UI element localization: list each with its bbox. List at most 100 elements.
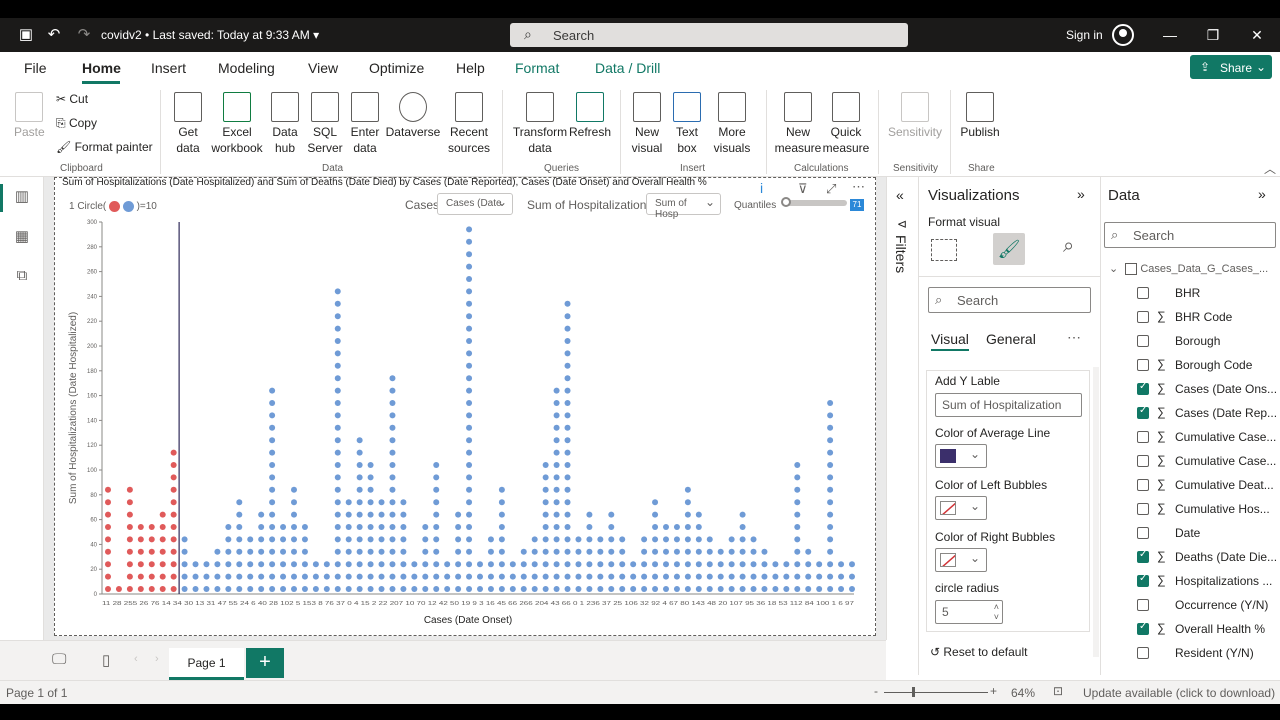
field-label[interactable]: Occurrence (Y/N) — [1175, 598, 1268, 612]
tab-general[interactable]: General — [986, 331, 1036, 347]
format-painter-button[interactable]: 🖌 Format painter — [56, 140, 153, 154]
more-options-icon[interactable]: ⋯ — [852, 179, 865, 195]
field-label[interactable]: Cumulative Case... — [1175, 454, 1276, 468]
more-visuals-button[interactable]: More visuals — [706, 92, 758, 156]
tab-view[interactable]: View — [308, 60, 338, 76]
sql-server-button[interactable]: SQL Server — [306, 92, 344, 156]
collapse-ribbon-icon[interactable]: ︿ — [1264, 160, 1276, 177]
format-visual-icon[interactable]: 🖌 — [993, 233, 1025, 265]
refresh-button[interactable]: Refresh — [568, 92, 612, 140]
data-search-input[interactable]: ⌕ Search — [1104, 222, 1276, 248]
tab-visual[interactable]: Visual — [931, 331, 969, 347]
field-label[interactable]: Cases (Date Ons... — [1175, 382, 1277, 396]
field-checkbox[interactable] — [1137, 455, 1149, 467]
field-checkbox[interactable] — [1137, 431, 1149, 443]
collapse-filters-icon[interactable]: « — [896, 187, 904, 203]
build-visual-icon[interactable] — [931, 239, 957, 261]
quantiles-slider-thumb[interactable] — [781, 197, 791, 207]
field-label[interactable]: Deaths (Date Die... — [1175, 550, 1277, 564]
expand-visualizations-icon[interactable]: » — [1077, 186, 1085, 202]
tab-help[interactable]: Help — [456, 60, 485, 76]
restore-icon[interactable]: ❐ — [1203, 27, 1223, 44]
field-checkbox[interactable] — [1137, 549, 1149, 563]
average-line-color-picker[interactable]: ⌄ — [935, 444, 987, 468]
circle-radius-input[interactable]: 5 ˄ ˅ — [935, 600, 1003, 624]
tab-insert[interactable]: Insert — [151, 60, 186, 76]
share-button[interactable]: ⇪ Share ⌄ — [1190, 55, 1272, 79]
excel-workbook-button[interactable]: Excel workbook — [210, 92, 264, 156]
field-checkbox[interactable] — [1137, 311, 1149, 323]
right-bubbles-color-picker[interactable]: ⌄ — [935, 548, 987, 572]
next-page-icon[interactable]: › — [155, 653, 159, 665]
field-label[interactable]: Cumulative Deat... — [1175, 478, 1274, 492]
undo-icon[interactable]: ↶ — [44, 25, 64, 45]
reset-to-default-button[interactable]: ↺ Reset to default — [930, 645, 1027, 659]
field-checkbox[interactable] — [1137, 503, 1149, 515]
field-checkbox[interactable] — [1137, 405, 1149, 419]
field-checkbox[interactable] — [1137, 381, 1149, 395]
field-checkbox[interactable] — [1137, 287, 1149, 299]
report-view-icon[interactable]: ▥ — [12, 187, 32, 205]
search-box[interactable]: ⌕ Search — [510, 23, 908, 47]
field-checkbox[interactable] — [1137, 599, 1149, 611]
field-checkbox[interactable] — [1137, 573, 1149, 587]
text-box-button[interactable]: Text box — [668, 92, 706, 156]
add-page-button[interactable]: + — [246, 648, 284, 678]
zoom-out-icon[interactable]: - — [874, 684, 878, 698]
enter-data-button[interactable]: Enter data — [346, 92, 384, 156]
info-icon[interactable]: i — [760, 180, 763, 196]
field-label[interactable]: BHR Code — [1175, 310, 1232, 324]
field-label[interactable]: Overall Health % — [1175, 622, 1265, 636]
field-checkbox[interactable] — [1137, 335, 1149, 347]
tab-modeling[interactable]: Modeling — [218, 60, 275, 76]
tab-format[interactable]: Format — [515, 60, 559, 76]
update-available-link[interactable]: Update available (click to download) — [1083, 686, 1275, 700]
model-view-icon[interactable]: ⧉ — [12, 267, 32, 285]
field-checkbox[interactable] — [1137, 621, 1149, 635]
zoom-level[interactable]: 64% — [1011, 686, 1035, 700]
tab-home[interactable]: Home — [82, 60, 121, 76]
transform-data-button[interactable]: Transform data — [512, 92, 568, 156]
filter-icon[interactable]: ⊽ — [798, 181, 808, 197]
field-label[interactable]: Borough Code — [1175, 358, 1252, 372]
analytics-icon[interactable]: ⌕ — [1063, 235, 1074, 258]
cut-button[interactable]: ✂ Cut — [56, 92, 88, 106]
field-checkbox[interactable] — [1137, 527, 1149, 539]
zoom-slider[interactable] — [884, 687, 988, 697]
field-label[interactable]: BHR — [1175, 286, 1200, 300]
page-tab[interactable]: Page 1 — [169, 648, 244, 680]
quantiles-slider[interactable] — [781, 197, 847, 207]
recent-sources-button[interactable]: Recent sources — [442, 92, 496, 156]
table-node[interactable]: ⌄ Cases_Data_G_Cases_... — [1109, 262, 1268, 276]
paste-button[interactable]: Paste — [14, 92, 45, 140]
y-label-input[interactable]: Sum of Hospitalization — [935, 393, 1082, 417]
field-checkbox[interactable] — [1137, 479, 1149, 491]
filters-pane[interactable]: « ⊲ Filters — [886, 177, 918, 640]
field-label[interactable]: Cumulative Case... — [1175, 430, 1276, 444]
focus-mode-icon[interactable]: ⤢ — [826, 181, 836, 197]
field-label[interactable]: Cases (Date Rep... — [1175, 406, 1277, 420]
more-options-icon[interactable]: ⋯ — [1067, 329, 1081, 346]
desktop-layout-icon[interactable]: 🖵 — [52, 651, 66, 668]
save-icon[interactable]: ▣ — [16, 25, 36, 45]
minimize-icon[interactable]: — — [1160, 27, 1180, 43]
window-title[interactable]: covidv2 • Last saved: Today at 9:33 AM ▾ — [101, 28, 319, 42]
quick-measure-button[interactable]: Quick measure — [822, 92, 870, 156]
field-label[interactable]: Date — [1175, 526, 1200, 540]
field-label[interactable]: Cumulative Hos... — [1175, 502, 1270, 516]
dataverse-button[interactable]: Dataverse — [384, 92, 442, 140]
data-hub-button[interactable]: Data hub — [266, 92, 304, 156]
close-icon[interactable]: ✕ — [1247, 27, 1267, 44]
stepper-arrows-icon[interactable]: ˄ ˅ — [994, 602, 999, 622]
field-checkbox[interactable] — [1137, 359, 1149, 371]
redo-icon[interactable]: ↷ — [74, 25, 94, 45]
field-label[interactable]: Resident (Y/N) — [1175, 646, 1254, 660]
visual-search-input[interactable]: ⌕ Search — [928, 287, 1091, 313]
expand-data-icon[interactable]: » — [1258, 186, 1266, 202]
fit-to-page-icon[interactable]: ⊡ — [1053, 684, 1063, 698]
sensitivity-button[interactable]: Sensitivity — [886, 92, 944, 140]
publish-button[interactable]: Publish — [958, 92, 1002, 140]
new-measure-button[interactable]: New measure — [774, 92, 822, 156]
tab-file[interactable]: File — [24, 60, 47, 76]
tab-data-drill[interactable]: Data / Drill — [595, 60, 660, 76]
